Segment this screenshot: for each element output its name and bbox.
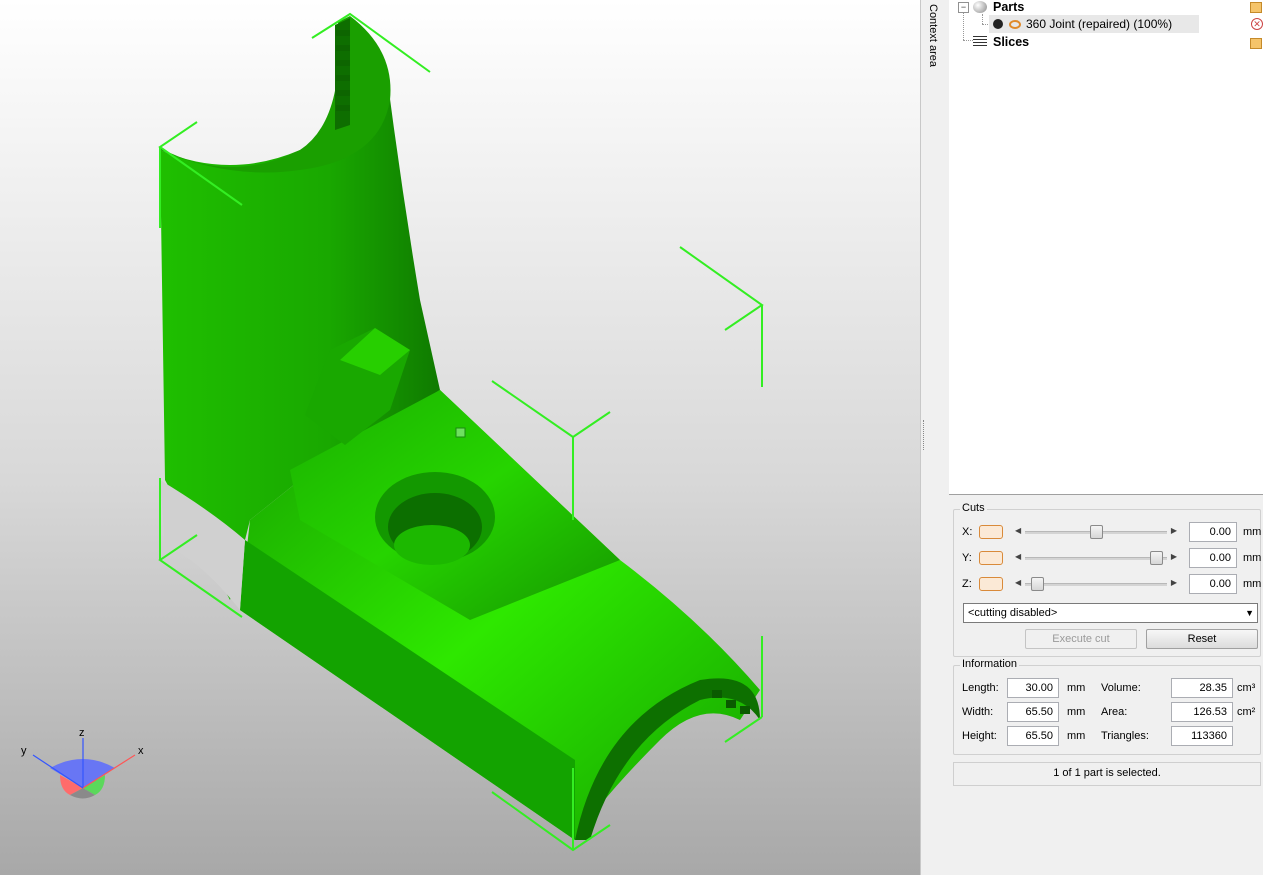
area-unit: cm² (1237, 706, 1256, 718)
cut-z-input[interactable]: 0.00 (1189, 574, 1237, 594)
axis-x-label: x (138, 745, 144, 757)
length-unit: mm (1067, 682, 1086, 694)
cut-x-input[interactable]: 0.00 (1189, 522, 1237, 542)
cut-x-slider[interactable]: ◀ ▶ (1013, 525, 1179, 539)
cut-x-unit: mm (1243, 526, 1262, 538)
cut-z-unit: mm (1243, 578, 1262, 590)
tree-item-slices[interactable]: Slices (973, 33, 1029, 51)
execute-cut-button[interactable]: Execute cut (1025, 629, 1137, 649)
information-title: Information (960, 658, 1020, 670)
tree-item-part[interactable]: 360 Joint (repaired) (100%) (989, 15, 1199, 33)
reset-button[interactable]: Reset (1146, 629, 1258, 649)
splitter-grip[interactable] (923, 420, 927, 450)
area-label: Area: (1101, 706, 1128, 718)
side-panel: − Parts 360 Joint (repaired) (100%) ✕ Sl… (949, 0, 1263, 875)
parts-label: Parts (993, 0, 1025, 14)
selection-handle (455, 427, 466, 438)
cut-y-label: Y: (962, 552, 972, 564)
slices-label: Slices (993, 35, 1030, 49)
folder-icon[interactable] (1250, 2, 1262, 13)
width-label: Width: (962, 706, 994, 718)
tree-line (963, 12, 964, 40)
cut-y-input[interactable]: 0.00 (1189, 548, 1237, 568)
cut-y-slider-thumb[interactable] (1150, 551, 1163, 565)
context-area-label: Context area (927, 4, 939, 67)
length-value: 30.00 (1007, 678, 1059, 698)
axis-y-label: y (21, 745, 27, 757)
axis-z-label: z (79, 727, 85, 739)
cut-x-slider-thumb[interactable] (1090, 525, 1103, 539)
height-value: 65.50 (1007, 726, 1059, 746)
cut-mode-select[interactable]: <cutting disabled> ▼ (963, 603, 1258, 623)
selection-status: 1 of 1 part is selected. (953, 762, 1261, 786)
width-value: 65.50 (1007, 702, 1059, 722)
triangles-value: 113360 (1171, 726, 1233, 746)
cut-x-toggle[interactable] (979, 525, 1003, 539)
chevron-down-icon: ▼ (1245, 608, 1254, 618)
cut-z-toggle[interactable] (979, 577, 1003, 591)
width-unit: mm (1067, 706, 1086, 718)
cut-y-toggle[interactable] (979, 551, 1003, 565)
length-label: Length: (962, 682, 999, 694)
cut-y-slider[interactable]: ◀ ▶ (1013, 551, 1179, 565)
cut-y-unit: mm (1243, 552, 1262, 564)
context-area-tab[interactable]: Context area (920, 0, 950, 875)
volume-unit: cm³ (1237, 682, 1256, 694)
part-label: 360 Joint (repaired) (100%) (1026, 17, 1173, 31)
cut-mode-value: <cutting disabled> (968, 607, 1058, 619)
axis-gizmo: z x y (21, 727, 144, 799)
area-value: 126.53 (1171, 702, 1233, 722)
volume-label: Volume: (1101, 682, 1141, 694)
folder-icon[interactable] (1250, 38, 1262, 49)
collapse-parts-icon[interactable]: − (958, 2, 969, 13)
slices-icon (973, 36, 987, 47)
3d-viewport[interactable]: z x y (0, 0, 920, 875)
part-visibility-dot-icon[interactable] (993, 19, 1003, 29)
part-eye-icon[interactable] (1009, 20, 1021, 29)
height-label: Height: (962, 730, 997, 742)
parts-icon (973, 1, 987, 13)
cut-z-label: Z: (962, 578, 972, 590)
height-unit: mm (1067, 730, 1086, 742)
cut-z-slider-thumb[interactable] (1031, 577, 1044, 591)
cuts-title: Cuts (960, 502, 987, 514)
cut-z-slider[interactable]: ◀ ▶ (1013, 577, 1179, 591)
remove-part-icon[interactable]: ✕ (1251, 18, 1263, 30)
tree-item-parts[interactable]: Parts (973, 0, 1024, 16)
tree-line (963, 40, 973, 41)
parts-tree[interactable]: − Parts 360 Joint (repaired) (100%) ✕ Sl… (949, 0, 1263, 495)
volume-value: 28.35 (1171, 678, 1233, 698)
triangles-label: Triangles: (1101, 730, 1149, 742)
cut-x-label: X: (962, 526, 973, 538)
